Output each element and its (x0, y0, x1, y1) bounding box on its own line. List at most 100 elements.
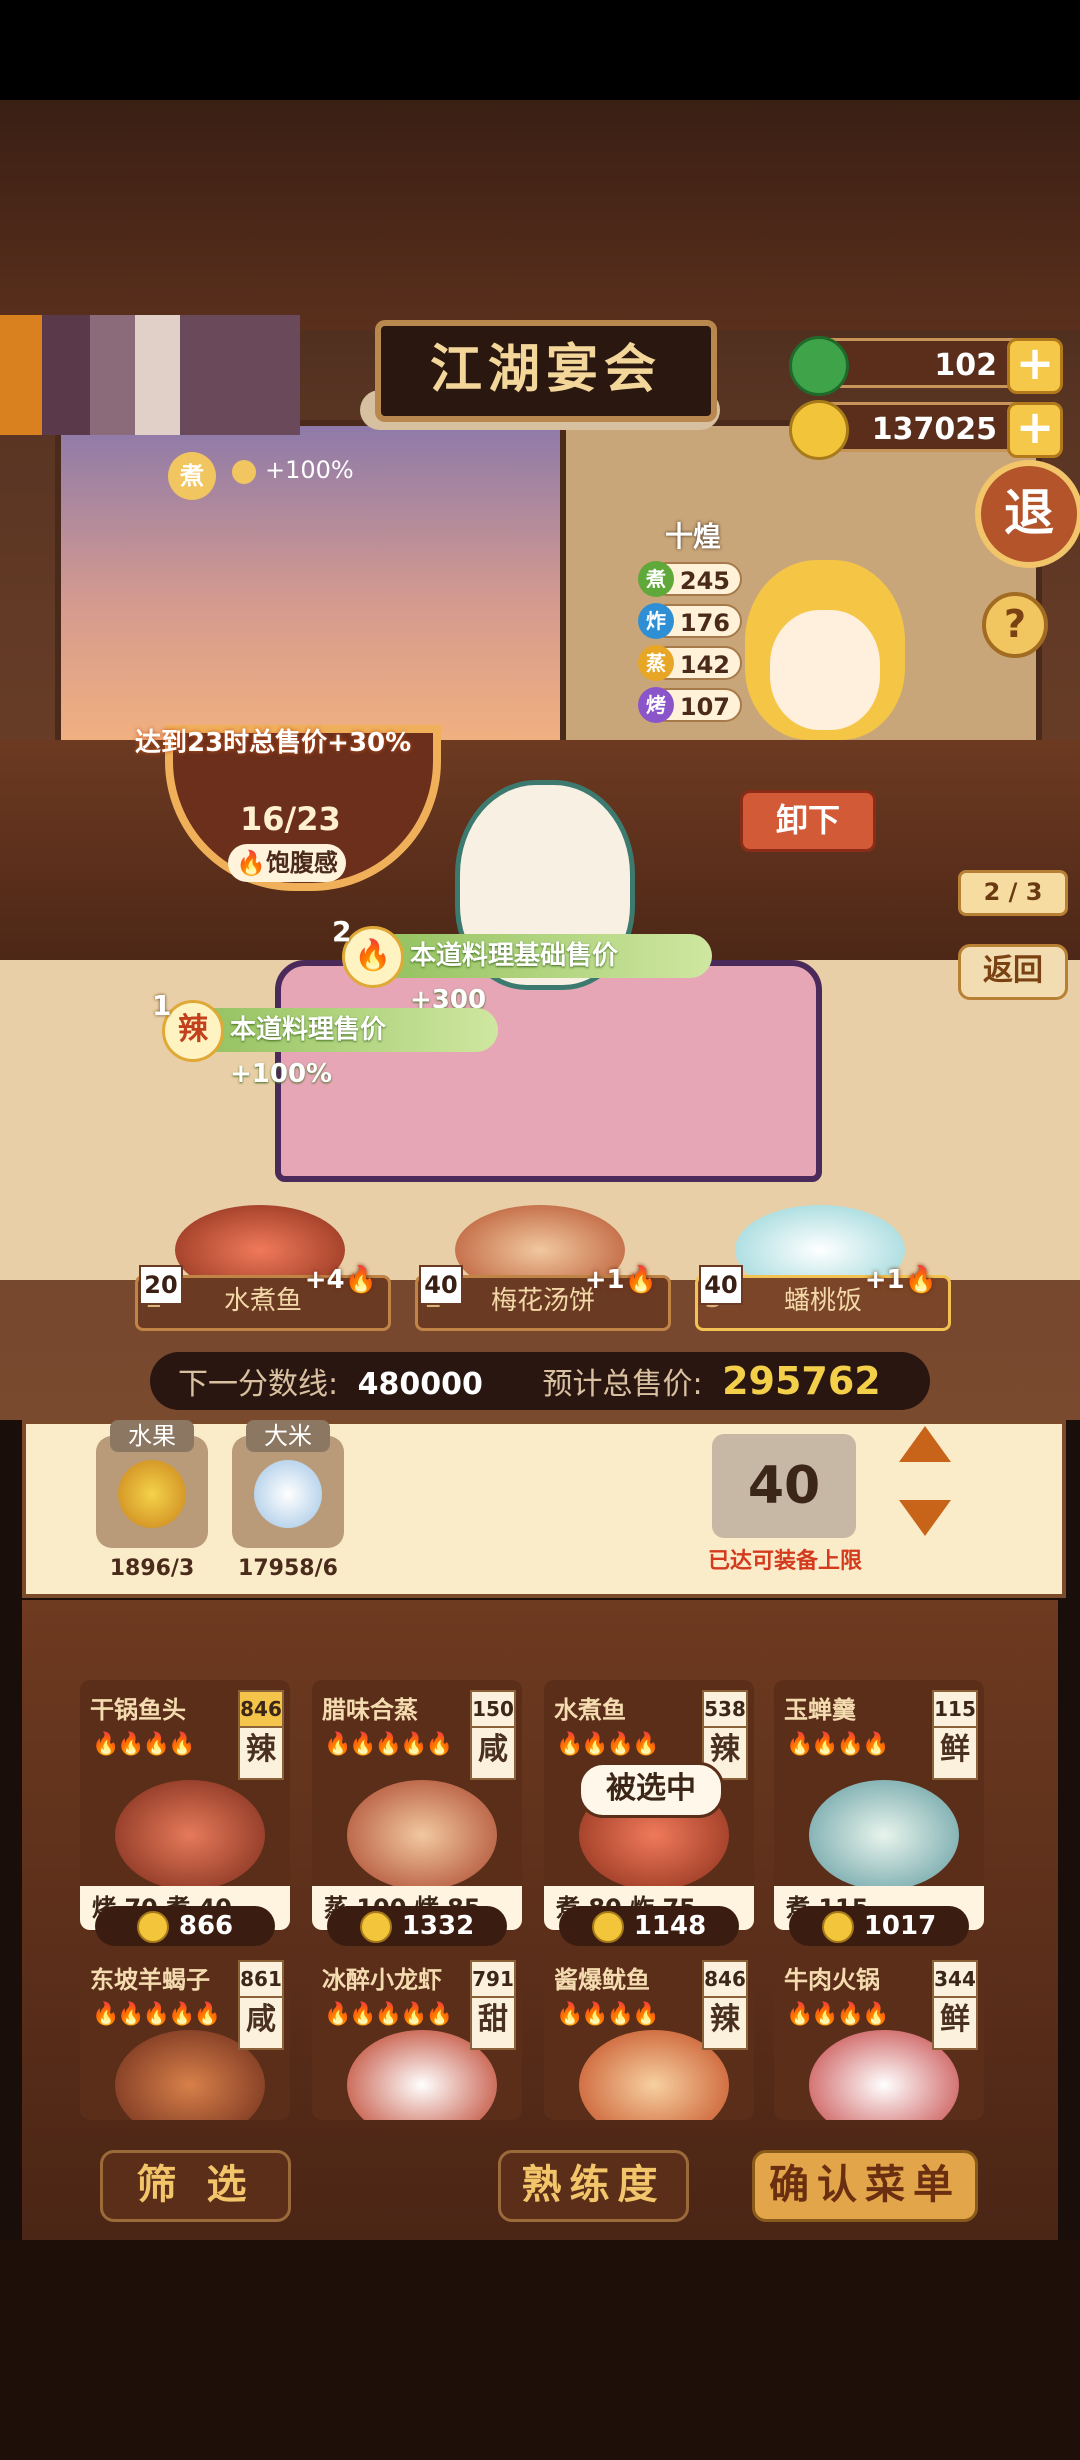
dish-image (809, 1780, 959, 1890)
recipe-score: 538 (704, 1697, 746, 1721)
recipe-card[interactable]: 牛肉火锅 🔥🔥🔥🔥 344 鲜 (774, 1950, 984, 2120)
fry-skill-icon: 炸 (638, 603, 674, 639)
buff-index: 1 (152, 989, 172, 1022)
ingredient-amount: 17958/6 (238, 1556, 338, 1581)
menu-slot-2[interactable]: 梅花汤饼 2 40 +1🔥 (415, 1205, 671, 1331)
recipe-name: 东坡羊蝎子 (90, 1966, 210, 1994)
recipe-name: 水煮鱼 (554, 1696, 626, 1724)
recipe-card[interactable]: 东坡羊蝎子 🔥🔥🔥🔥🔥 861 咸 (80, 1950, 290, 2120)
satiety-progress: 16/23 (240, 800, 341, 838)
add-coin-button[interactable]: + (1007, 402, 1063, 458)
slot-bonus: +4🔥 (304, 1265, 377, 1295)
chef-stat-steam: 蒸 142 (638, 645, 742, 681)
back-button[interactable]: 返回 (958, 944, 1068, 1000)
slot-level: 20 (139, 1265, 183, 1305)
recipe-card[interactable]: 腊味合蒸 🔥🔥🔥🔥🔥 150咸 蒸 100 烤 85 (312, 1680, 522, 1930)
buff-base-price: 🔥 2 本道料理基础售价+300 (332, 915, 712, 1015)
selected-badge: 被选中 (578, 1762, 724, 1818)
flame-icon: 🔥 (236, 849, 266, 877)
confirm-menu-button[interactable]: 确认菜单 (752, 2150, 978, 2222)
exit-button[interactable]: 退 (975, 460, 1080, 568)
filter-button[interactable]: 筛 选 (100, 2150, 291, 2222)
coin-icon (359, 1910, 392, 1943)
recipe-card[interactable]: 冰醉小龙虾 🔥🔥🔥🔥🔥 791 甜 (312, 1950, 522, 2120)
flame-icon: 🔥 (624, 1265, 657, 1295)
slot-level: 40 (699, 1265, 743, 1305)
recipe-score: 846 (704, 1967, 746, 1991)
buff-price-percent: 辣 1 本道料理售价+100% (152, 989, 498, 1089)
coin-icon (789, 400, 849, 460)
satiety-bonus-text: 达到23时总售价+30% (135, 728, 412, 758)
recipe-taste: 咸 (472, 1726, 514, 1772)
jade-counter: 102 + (789, 336, 1063, 396)
recipe-card[interactable]: 玉蝉羹 🔥🔥🔥🔥 115鲜 煮 115 (774, 1680, 984, 1930)
boil-bonus-icon: 煮 (168, 452, 216, 500)
recipe-score: 115 (934, 1697, 976, 1721)
mastery-button[interactable]: 熟练度 (498, 2150, 689, 2222)
steam-skill-icon: 蒸 (638, 645, 674, 681)
recipe-price: 866 (95, 1906, 275, 1946)
jade-value: 102 (934, 348, 997, 383)
recipe-taste: 辣 (704, 1996, 746, 2042)
chef-stat-fry: 炸 176 (638, 603, 742, 639)
buff-index: 2 (332, 915, 352, 948)
recipe-taste: 咸 (240, 1996, 282, 2042)
recipe-price: 1148 (559, 1906, 739, 1946)
next-score-label: 下一分数线: (178, 1367, 339, 1402)
add-jade-button[interactable]: + (1007, 338, 1063, 394)
flame-icon: 🔥 (904, 1265, 937, 1295)
flame-rating: 🔥🔥🔥🔥🔥 (92, 2002, 221, 2027)
coin-icon (136, 1910, 169, 1943)
recipe-tags: 846 辣 (238, 1690, 284, 1780)
recipe-name: 腊味合蒸 (322, 1696, 418, 1724)
recipe-score: 846 (240, 1692, 282, 1726)
flame-rating: 🔥🔥🔥🔥🔥 (324, 1732, 453, 1757)
chef-name: 十煌 (665, 520, 722, 553)
recipe-taste: 鲜 (934, 1996, 976, 2042)
ingredient-tag: 水果 (110, 1420, 194, 1452)
bottom-area (0, 2240, 1080, 2460)
recipe-name: 冰醉小龙虾 (322, 1966, 442, 1994)
recipe-tags: 846 辣 (702, 1960, 748, 2050)
rice-icon (254, 1460, 322, 1528)
arrow-down-icon[interactable] (895, 1496, 955, 1540)
recipe-taste: 甜 (472, 1996, 514, 2042)
recipe-price: 1332 (327, 1906, 507, 1946)
ingredient-rice[interactable]: 大米 17958/6 (232, 1420, 344, 1581)
ingredient-fruit[interactable]: 水果 1896/3 (96, 1420, 208, 1581)
recipe-taste: 鲜 (934, 1726, 976, 1772)
arrow-up-icon[interactable] (895, 1422, 955, 1466)
help-button[interactable]: ? (982, 592, 1048, 658)
total-price-label: 预计总售价: (542, 1367, 703, 1402)
ingredient-tag: 大米 (246, 1420, 330, 1452)
recipe-tags: 150 咸 (470, 1690, 516, 1780)
next-score-value: 480000 (357, 1367, 483, 1402)
flame-rating: 🔥🔥🔥🔥 (556, 1732, 660, 1757)
coin-icon (821, 1910, 854, 1943)
equip-limit-text: 已达可装备上限 (707, 1549, 862, 1574)
fry-skill-value: 176 (679, 609, 730, 637)
satiety-label: 🔥饱腹感 (228, 844, 346, 882)
recipe-name: 酱爆鱿鱼 (554, 1966, 650, 1994)
recipe-name: 牛肉火锅 (784, 1966, 880, 1994)
menu-slot-3[interactable]: 蟠桃饭 3 40 +1🔥 (695, 1205, 951, 1331)
slot-level: 40 (419, 1265, 463, 1305)
boil-skill-icon: 煮 (638, 561, 674, 597)
recipe-tags: 115 鲜 (932, 1690, 978, 1780)
equip-count: 40 (712, 1434, 856, 1538)
unload-button[interactable]: 卸下 (740, 790, 876, 852)
recipe-card[interactable]: 酱爆鱿鱼 🔥🔥🔥🔥 846 辣 (544, 1950, 754, 2120)
flame-rating: 🔥🔥🔥🔥 (92, 1732, 196, 1757)
restaurant-sign: 江湖宴会 (375, 320, 717, 422)
table-sofa (275, 960, 822, 1182)
recipe-card[interactable]: 干锅鱼头 🔥🔥🔥🔥 846辣 烤 70 煮 40 (80, 1680, 290, 1930)
recipe-price: 1017 (789, 1906, 969, 1946)
recipe-score: 861 (240, 1967, 282, 1991)
chef-stat-roast: 烤 107 (638, 687, 742, 723)
recipe-tags: 791 甜 (470, 1960, 516, 2050)
menu-slot-1[interactable]: 水煮鱼 1 20 +4🔥 (135, 1205, 391, 1331)
recipe-taste: 辣 (240, 1726, 282, 1772)
jade-icon (789, 336, 849, 396)
coin-icon (591, 1910, 624, 1943)
flame-rating: 🔥🔥🔥🔥 (786, 2002, 890, 2027)
